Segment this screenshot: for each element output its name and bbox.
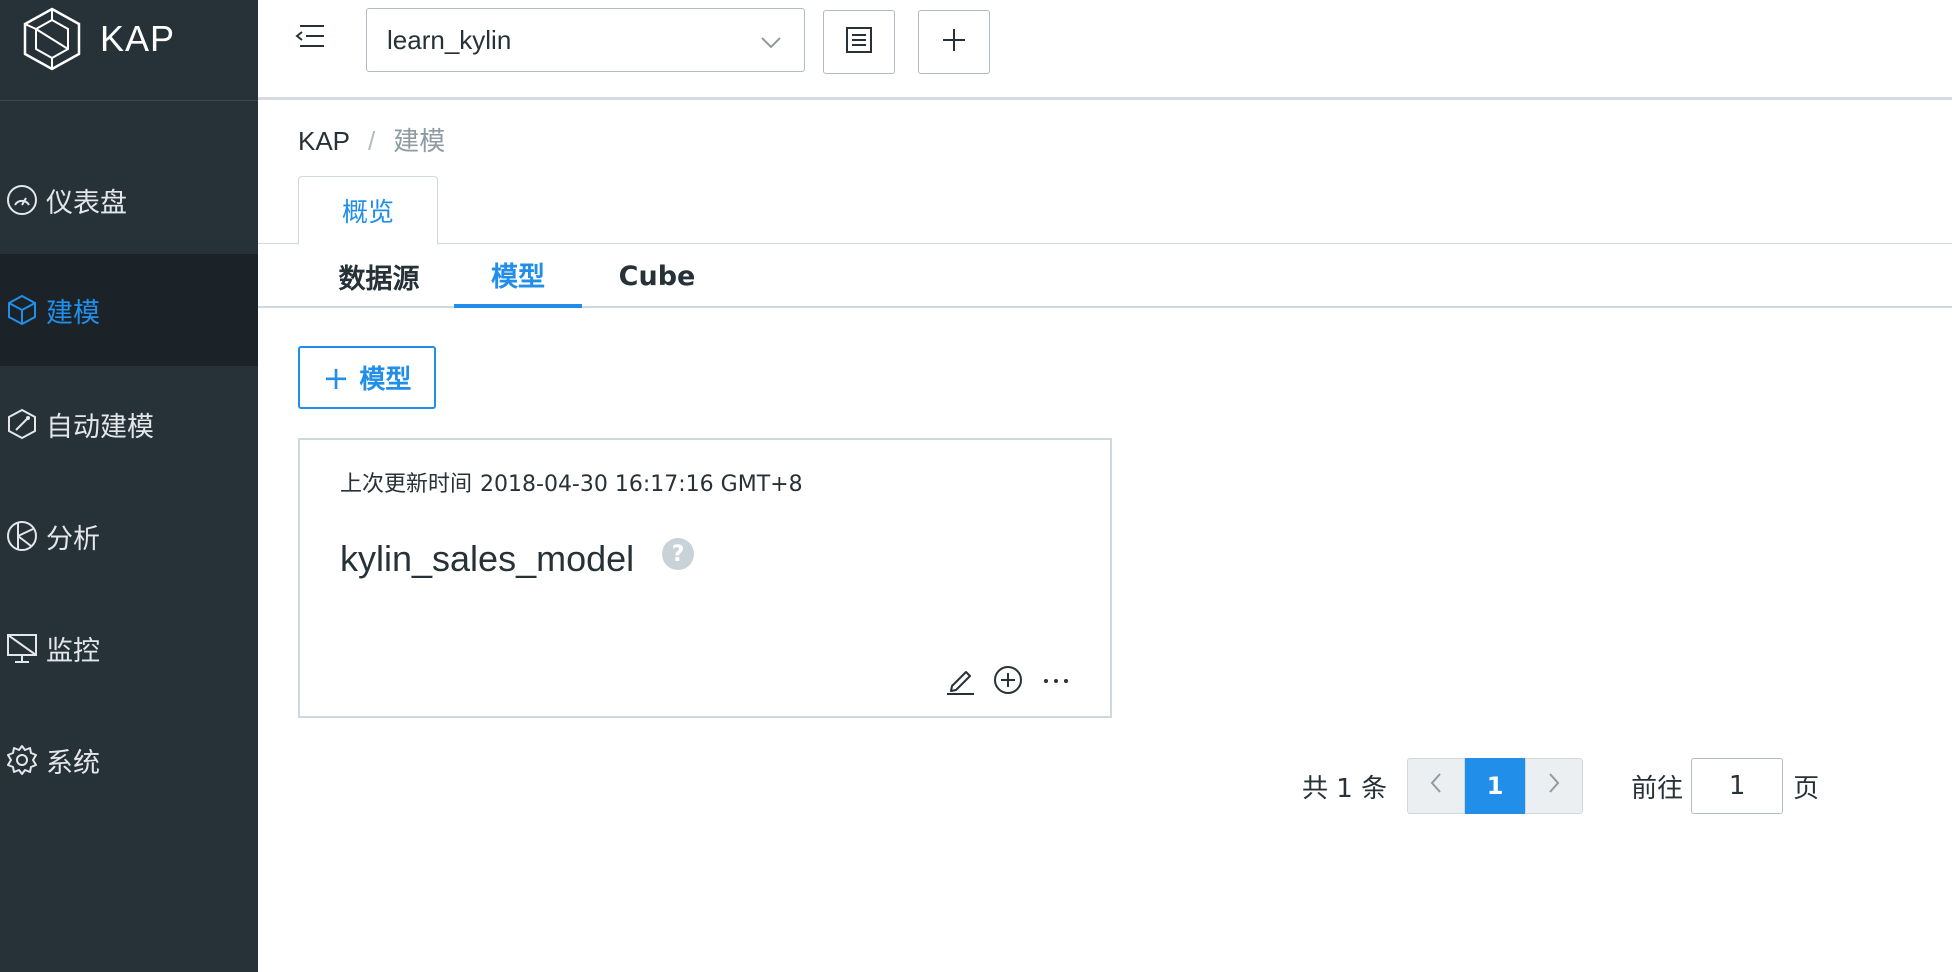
top-tabs: 概览	[258, 176, 1952, 245]
breadcrumb-root[interactable]: KAP	[298, 126, 350, 156]
project-select-value: learn_kylin	[387, 25, 512, 55]
edit-icon[interactable]	[944, 664, 976, 696]
pagination: 共 1 条 1 前往 页	[1302, 757, 1819, 815]
page-suffix-label: 页	[1793, 773, 1820, 804]
add-model-button[interactable]: + 模型	[298, 346, 436, 409]
project-list-button[interactable]	[823, 10, 895, 74]
next-page-button[interactable]	[1525, 758, 1584, 814]
sidebar-item-auto-modeling[interactable]: 自动建模	[0, 368, 258, 480]
model-card-actions	[944, 664, 1072, 696]
breadcrumb: KAP / 建模	[298, 121, 445, 158]
breadcrumb-separator: /	[368, 126, 376, 156]
sidebar-item-monitor[interactable]: 监控	[0, 592, 258, 704]
kap-logo-icon	[23, 7, 81, 71]
sidebar-item-label: 建模	[46, 297, 100, 329]
sidebar-item-label: 监控	[46, 635, 100, 667]
plus-icon: +	[322, 358, 350, 397]
sidebar-item-dashboard[interactable]: 仪表盘	[0, 144, 258, 256]
chevron-right-icon	[1547, 771, 1561, 801]
cube-icon	[4, 292, 40, 328]
sub-tabs: 数据源 模型 Cube	[258, 244, 1952, 308]
goto-page-input[interactable]	[1691, 758, 1784, 814]
logo[interactable]: KAP	[0, 0, 258, 101]
sidebar-item-system[interactable]: 系统	[0, 704, 258, 816]
gear-icon	[4, 742, 40, 778]
page-number-current[interactable]: 1	[1465, 758, 1526, 814]
sidebar-item-modeling[interactable]: 建模	[0, 254, 258, 366]
dashboard-icon	[4, 182, 40, 218]
sidebar-item-label: 仪表盘	[46, 187, 127, 219]
model-card: 上次更新时间 2018-04-30 16:17:16 GMT+8 kylin_sa…	[298, 438, 1112, 718]
breadcrumb-current: 建模	[393, 126, 446, 156]
more-icon[interactable]	[1040, 664, 1072, 696]
tab-datasource[interactable]: 数据源	[320, 244, 438, 308]
list-icon	[844, 25, 874, 59]
auto-model-icon	[4, 406, 40, 442]
add-project-button[interactable]	[918, 10, 990, 74]
add-model-label: 模型	[359, 365, 412, 395]
analysis-icon	[4, 518, 40, 554]
tab-model[interactable]: 模型	[454, 244, 582, 308]
monitor-icon	[4, 630, 40, 666]
chevron-down-icon	[760, 35, 782, 54]
sidebar: KAP 仪表盘 建模 自动建模 分析 监控 系统	[0, 0, 258, 972]
model-name[interactable]: kylin_sales_model	[340, 538, 634, 580]
goto-label: 前往	[1631, 773, 1684, 804]
sidebar-item-analysis[interactable]: 分析	[0, 480, 258, 592]
menu-collapse-icon[interactable]	[294, 22, 328, 52]
sidebar-item-label: 系统	[46, 747, 100, 779]
sidebar-item-label: 自动建模	[46, 411, 154, 443]
tab-cube[interactable]: Cube	[598, 244, 716, 308]
updated-label: 上次更新时间	[340, 472, 473, 497]
pagination-total: 共 1 条	[1302, 773, 1388, 804]
tab-overview[interactable]: 概览	[298, 176, 438, 245]
topbar: learn_kylin	[258, 0, 1952, 100]
logo-text: KAP	[100, 18, 176, 59]
updated-value: 2018-04-30 16:17:16 GMT+8	[480, 472, 803, 497]
project-select[interactable]: learn_kylin	[366, 8, 805, 72]
add-cube-icon[interactable]	[992, 664, 1024, 696]
model-updated-time: 上次更新时间 2018-04-30 16:17:16 GMT+8	[340, 466, 803, 498]
sidebar-item-label: 分析	[46, 523, 100, 555]
plus-icon	[941, 27, 967, 57]
prev-page-button[interactable]	[1407, 758, 1466, 814]
chevron-left-icon	[1429, 771, 1443, 801]
help-icon[interactable]: ?	[662, 538, 694, 570]
